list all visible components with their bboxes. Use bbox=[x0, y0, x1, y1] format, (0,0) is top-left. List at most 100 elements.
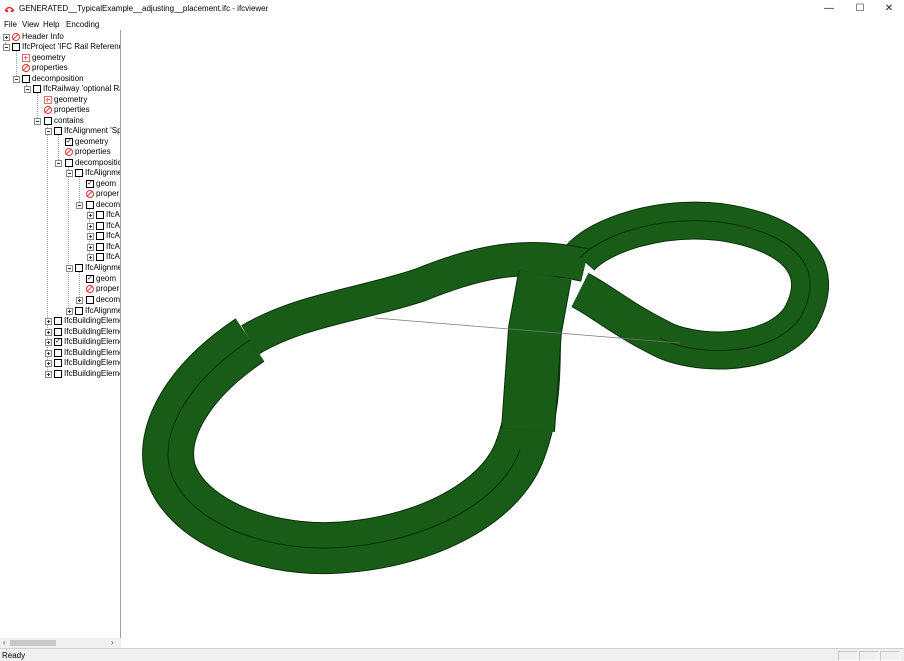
checkbox-icon[interactable] bbox=[75, 307, 83, 315]
tree-item-segment[interactable]: IfcA bbox=[0, 231, 120, 241]
collapse-icon[interactable] bbox=[55, 160, 62, 167]
expand-icon[interactable] bbox=[45, 339, 52, 346]
scroll-right-icon[interactable]: › bbox=[111, 638, 114, 648]
tree-item-segment[interactable]: IfcA bbox=[0, 252, 120, 262]
tree-item-sub-alignment[interactable]: IfcAlignme bbox=[0, 168, 120, 178]
tree-item-alignment[interactable]: IfcAlignment 'Spe bbox=[0, 126, 120, 136]
collapse-icon[interactable] bbox=[66, 170, 73, 177]
checkbox-icon[interactable] bbox=[96, 232, 104, 240]
tree-item-decomposition[interactable]: decom bbox=[0, 200, 120, 210]
tree-item-decomposition[interactable]: decomposition bbox=[0, 74, 120, 84]
expand-icon[interactable] bbox=[87, 254, 94, 261]
tree-item-geometry[interactable]: ✓ geom bbox=[0, 179, 120, 189]
checkbox-icon[interactable] bbox=[44, 117, 52, 125]
tree-item-building-element[interactable]: IfcBuildingEleme bbox=[0, 348, 120, 358]
checkbox-icon[interactable] bbox=[96, 253, 104, 261]
tree-horizontal-scrollbar[interactable]: ‹ › bbox=[0, 638, 121, 648]
tree-panel[interactable]: Header Info IfcProject 'IFC Rail Referen… bbox=[0, 30, 121, 638]
checkbox-icon[interactable] bbox=[96, 211, 104, 219]
scrollbar-thumb[interactable] bbox=[10, 640, 56, 646]
checkbox-icon[interactable] bbox=[96, 243, 104, 251]
tree-item-contains[interactable]: contains bbox=[0, 116, 120, 126]
expand-icon[interactable] bbox=[66, 308, 73, 315]
tree-item-sub-alignment[interactable]: IfcAlignme bbox=[0, 263, 120, 273]
tree-item-properties[interactable]: properties bbox=[0, 105, 120, 115]
expand-icon[interactable] bbox=[45, 318, 52, 325]
expand-icon[interactable] bbox=[87, 212, 94, 219]
menu-encoding[interactable]: Encoding bbox=[66, 20, 99, 29]
collapse-icon[interactable] bbox=[76, 202, 83, 209]
tree-item-header-info[interactable]: Header Info bbox=[0, 32, 120, 42]
checked-checkbox-icon[interactable]: ✓ bbox=[65, 138, 73, 146]
tree-item-railway[interactable]: IfcRailway 'optional Rai bbox=[0, 84, 120, 94]
scroll-left-icon[interactable]: ‹ bbox=[3, 638, 6, 648]
checkbox-icon[interactable] bbox=[75, 169, 83, 177]
checkbox-icon[interactable] bbox=[54, 349, 62, 357]
3d-viewport[interactable] bbox=[121, 30, 904, 648]
tree-item-geometry[interactable]: ✓ geom bbox=[0, 274, 120, 284]
expand-icon[interactable] bbox=[3, 34, 10, 41]
expand-icon[interactable] bbox=[76, 297, 83, 304]
checked-checkbox-icon[interactable]: ✓ bbox=[54, 338, 62, 346]
checkbox-icon[interactable] bbox=[54, 359, 62, 367]
collapse-icon[interactable] bbox=[45, 128, 52, 135]
tree-label: geom bbox=[96, 179, 117, 188]
expand-icon[interactable] bbox=[87, 223, 94, 230]
checkbox-icon[interactable] bbox=[86, 296, 94, 304]
checkbox-icon[interactable] bbox=[54, 317, 62, 325]
maximize-button[interactable]: ☐ bbox=[845, 0, 875, 18]
tree-item-segment[interactable]: IfcA bbox=[0, 210, 120, 220]
checkbox-icon[interactable] bbox=[54, 127, 62, 135]
minimize-button[interactable]: — bbox=[814, 0, 844, 18]
tree-label: contains bbox=[54, 116, 84, 125]
checkbox-icon[interactable] bbox=[96, 222, 104, 230]
checkbox-icon[interactable] bbox=[33, 85, 41, 93]
checkbox-icon[interactable] bbox=[22, 75, 30, 83]
tree-item-properties[interactable]: properties bbox=[0, 147, 120, 157]
tree-item-building-element[interactable]: IfcBuildingEleme bbox=[0, 316, 120, 326]
tree-label: geometry bbox=[32, 53, 66, 62]
tree-item-decomposition[interactable]: decom bbox=[0, 295, 120, 305]
menu-view[interactable]: View bbox=[22, 20, 39, 29]
close-button[interactable]: ✕ bbox=[874, 0, 904, 18]
tree-item-building-element[interactable]: ✓ IfcBuildingEleme bbox=[0, 337, 120, 347]
tree-item-properties[interactable]: proper bbox=[0, 189, 120, 199]
tree-item-segment[interactable]: IfcA bbox=[0, 242, 120, 252]
expand-icon[interactable] bbox=[45, 360, 52, 367]
expand-icon[interactable] bbox=[45, 329, 52, 336]
checkbox-icon[interactable] bbox=[54, 328, 62, 336]
checkbox-icon[interactable] bbox=[86, 201, 94, 209]
tree-item-building-element[interactable]: IfcBuildingEleme bbox=[0, 369, 120, 379]
menu-help[interactable]: Help bbox=[43, 20, 59, 29]
checkbox-icon[interactable] bbox=[12, 43, 20, 51]
checked-checkbox-icon[interactable]: ✓ bbox=[86, 275, 94, 283]
menu-file[interactable]: File bbox=[4, 20, 17, 29]
tree-item-project[interactable]: IfcProject 'IFC Rail Referenced bbox=[0, 42, 120, 52]
collapse-icon[interactable] bbox=[24, 86, 31, 93]
checked-checkbox-icon[interactable]: ✓ bbox=[86, 180, 94, 188]
tree-label: IfcA bbox=[106, 221, 120, 230]
tree-item-geometry[interactable]: geometry bbox=[0, 53, 120, 63]
tree-item-sub-alignment[interactable]: IfcAlignme bbox=[0, 306, 120, 316]
tree-item-building-element[interactable]: IfcBuildingEleme bbox=[0, 358, 120, 368]
expand-icon[interactable] bbox=[45, 371, 52, 378]
tree-item-segment[interactable]: IfcA bbox=[0, 221, 120, 231]
tree-item-geometry[interactable]: ✓ geometry bbox=[0, 137, 120, 147]
expand-icon[interactable] bbox=[87, 244, 94, 251]
track-model[interactable] bbox=[121, 30, 904, 648]
expand-icon[interactable] bbox=[87, 233, 94, 240]
expand-icon[interactable] bbox=[45, 350, 52, 357]
tree-item-properties[interactable]: properties bbox=[0, 63, 120, 73]
collapse-icon[interactable] bbox=[34, 118, 41, 125]
tree-label: IfcAlignme bbox=[85, 263, 121, 272]
tree-item-decomposition[interactable]: decompositic bbox=[0, 158, 120, 168]
checkbox-icon[interactable] bbox=[54, 370, 62, 378]
collapse-icon[interactable] bbox=[3, 44, 10, 51]
collapse-icon[interactable] bbox=[13, 76, 20, 83]
tree-item-properties[interactable]: proper bbox=[0, 284, 120, 294]
tree-item-geometry[interactable]: geometry bbox=[0, 95, 120, 105]
checkbox-icon[interactable] bbox=[75, 264, 83, 272]
checkbox-icon[interactable] bbox=[65, 159, 73, 167]
tree-item-building-element[interactable]: IfcBuildingEleme bbox=[0, 327, 120, 337]
collapse-icon[interactable] bbox=[66, 265, 73, 272]
